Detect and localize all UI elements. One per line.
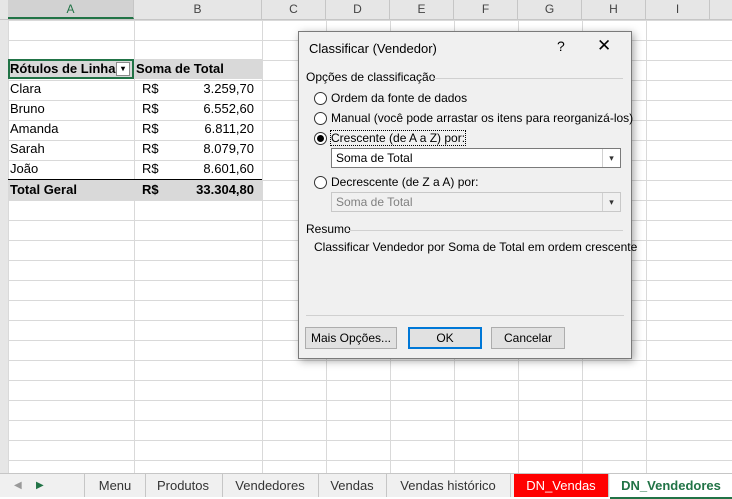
chevron-down-icon: ▾	[602, 193, 620, 211]
column-header-c[interactable]: C	[262, 0, 326, 19]
descending-field-value: Soma de Total	[336, 195, 413, 209]
sort-options-group-label: Opções de classificação	[306, 70, 436, 84]
column-header-b[interactable]: B	[134, 0, 262, 19]
more-options-button[interactable]: Mais Opções...	[305, 327, 397, 349]
cancel-button[interactable]: Cancelar	[491, 327, 565, 349]
radio-manual[interactable]	[314, 112, 327, 125]
group-divider	[433, 78, 623, 79]
radio-ascending[interactable]	[314, 132, 327, 145]
column-header-f[interactable]: F	[454, 0, 518, 19]
pivot-total-row[interactable]: Total Geral R$ 33.304,80	[8, 179, 262, 200]
pivot-row-currency: R$	[142, 141, 159, 156]
column-header-bar: A B C D E F G H I	[0, 0, 732, 20]
scroll-left-icon[interactable]: ◀	[14, 474, 22, 497]
pivot-row[interactable]: João R$ 8.601,60	[8, 159, 262, 179]
column-header-d[interactable]: D	[326, 0, 390, 19]
radio-data-source-label[interactable]: Ordem da fonte de dados	[331, 91, 467, 105]
column-header-e[interactable]: E	[390, 0, 454, 19]
close-icon[interactable]: ✕	[597, 36, 611, 56]
pivot-row-currency: R$	[142, 121, 159, 136]
pivot-row-currency: R$	[142, 101, 159, 116]
ascending-field-select[interactable]: Soma de Total ▾	[331, 148, 621, 168]
pivot-row-currency: R$	[142, 161, 159, 176]
summary-text: Classificar Vendedor por Soma de Total e…	[314, 240, 638, 254]
column-header-g[interactable]: G	[518, 0, 582, 19]
group-divider	[349, 230, 623, 231]
scroll-right-icon[interactable]: ▶	[36, 474, 44, 497]
sheet-tab-dn-vendas[interactable]: DN_Vendas	[514, 474, 609, 497]
pivot-row-name: Bruno	[10, 101, 45, 116]
sheet-tab-vendas[interactable]: Vendas	[318, 474, 387, 497]
pivot-row[interactable]: Clara R$ 3.259,70	[8, 79, 262, 99]
descending-field-select: Soma de Total ▾	[331, 192, 621, 212]
pivot-row-amount: 8.079,70	[203, 141, 254, 156]
ok-button[interactable]: OK	[408, 327, 482, 349]
pivot-row[interactable]: Sarah R$ 8.079,70	[8, 139, 262, 159]
pivot-value-header[interactable]: Soma de Total	[136, 59, 224, 79]
pivot-row-amount: 3.259,70	[203, 81, 254, 96]
radio-descending-label[interactable]: Decrescente (de Z a A) por:	[331, 175, 478, 189]
pivot-row-name: João	[10, 161, 39, 176]
gridline	[262, 20, 263, 473]
sheet-tab-vendedores[interactable]: Vendedores	[222, 474, 319, 497]
pivot-row[interactable]: Bruno R$ 6.552,60	[8, 99, 262, 119]
pivot-row-name: Sarah	[10, 141, 45, 156]
radio-ascending-label[interactable]: Crescente (de A a Z) por:	[329, 130, 467, 146]
pivot-row-amount: 6.552,60	[203, 101, 254, 116]
sheet-tab-dn-vendedores[interactable]: DN_Vendedores	[610, 474, 732, 499]
gridline	[646, 20, 647, 473]
group-divider	[306, 315, 624, 316]
radio-manual-label[interactable]: Manual (você pode arrastar os itens para…	[331, 111, 633, 125]
column-header-i[interactable]: I	[646, 0, 710, 19]
active-cell-border	[8, 59, 134, 79]
summary-group-label: Resumo	[306, 222, 351, 236]
sort-dialog: Classificar (Vendedor) ? ✕ Opções de cla…	[298, 31, 637, 359]
pivot-row-name: Clara	[10, 81, 42, 96]
column-header-a[interactable]: A	[8, 0, 134, 19]
pivot-total-amount: 33.304,80	[196, 182, 254, 197]
help-icon[interactable]: ?	[557, 38, 565, 54]
pivot-row-name: Amanda	[10, 121, 59, 136]
sheet-tab-produtos[interactable]: Produtos	[144, 474, 223, 497]
pivot-row-amount: 8.601,60	[203, 161, 254, 176]
chevron-down-icon[interactable]: ▾	[602, 149, 620, 167]
pivot-total-label: Total Geral	[10, 182, 77, 197]
column-header-h[interactable]: H	[582, 0, 646, 19]
ascending-field-value: Soma de Total	[336, 151, 413, 165]
pivot-row[interactable]: Amanda R$ 6.811,20	[8, 119, 262, 139]
dialog-title: Classificar (Vendedor)	[309, 41, 437, 56]
pivot-row-amount: 6.811,20	[204, 121, 254, 136]
sheet-tab-vendas-historico[interactable]: Vendas histórico	[386, 474, 511, 497]
radio-data-source-order[interactable]	[314, 92, 327, 105]
pivot-total-currency: R$	[142, 182, 159, 197]
sheet-tab-bar: ◀ ▶ Menu Produtos Vendedores Vendas Vend…	[0, 473, 732, 499]
radio-descending[interactable]	[314, 176, 327, 189]
sheet-tab-menu[interactable]: Menu	[84, 474, 146, 497]
pivot-row-currency: R$	[142, 81, 159, 96]
